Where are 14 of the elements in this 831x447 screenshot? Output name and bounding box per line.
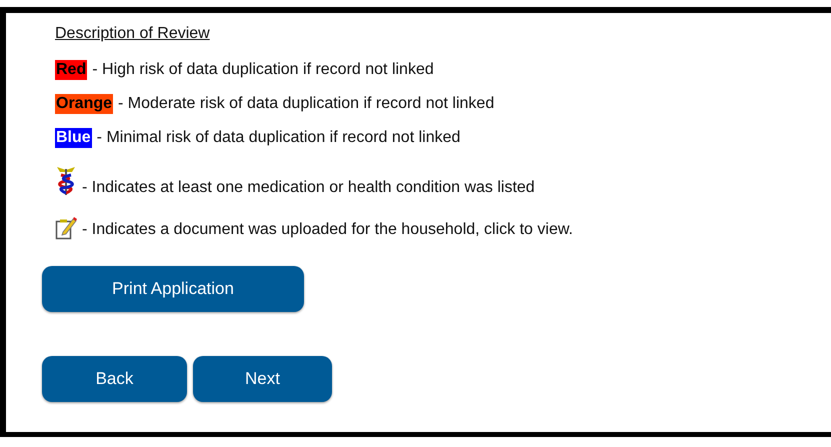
legend-heading: Description of Review	[55, 25, 211, 44]
risk-color-label: Red	[55, 60, 88, 80]
caduceus-icon	[55, 166, 77, 198]
risk-color-label: Orange	[55, 94, 114, 114]
legend-description: - Minimal risk of data duplication if record not linked	[96, 128, 460, 148]
legend-description: - Indicates a document was uploaded for the household, click to view.	[82, 220, 573, 240]
notepad-pencil-icon	[55, 216, 77, 240]
risk-color-label: Blue	[55, 128, 92, 148]
legend-description: - Indicates at least one medication or health condition was listed	[82, 178, 535, 198]
nav-button[interactable]: Next	[193, 356, 332, 402]
print-application-button[interactable]: Print Application	[42, 266, 304, 312]
legend-description: - High risk of data duplication if record not linked	[92, 60, 434, 80]
nav-button[interactable]: Back	[42, 356, 187, 402]
legend-description: - Moderate risk of data duplication if record not linked	[118, 94, 494, 114]
